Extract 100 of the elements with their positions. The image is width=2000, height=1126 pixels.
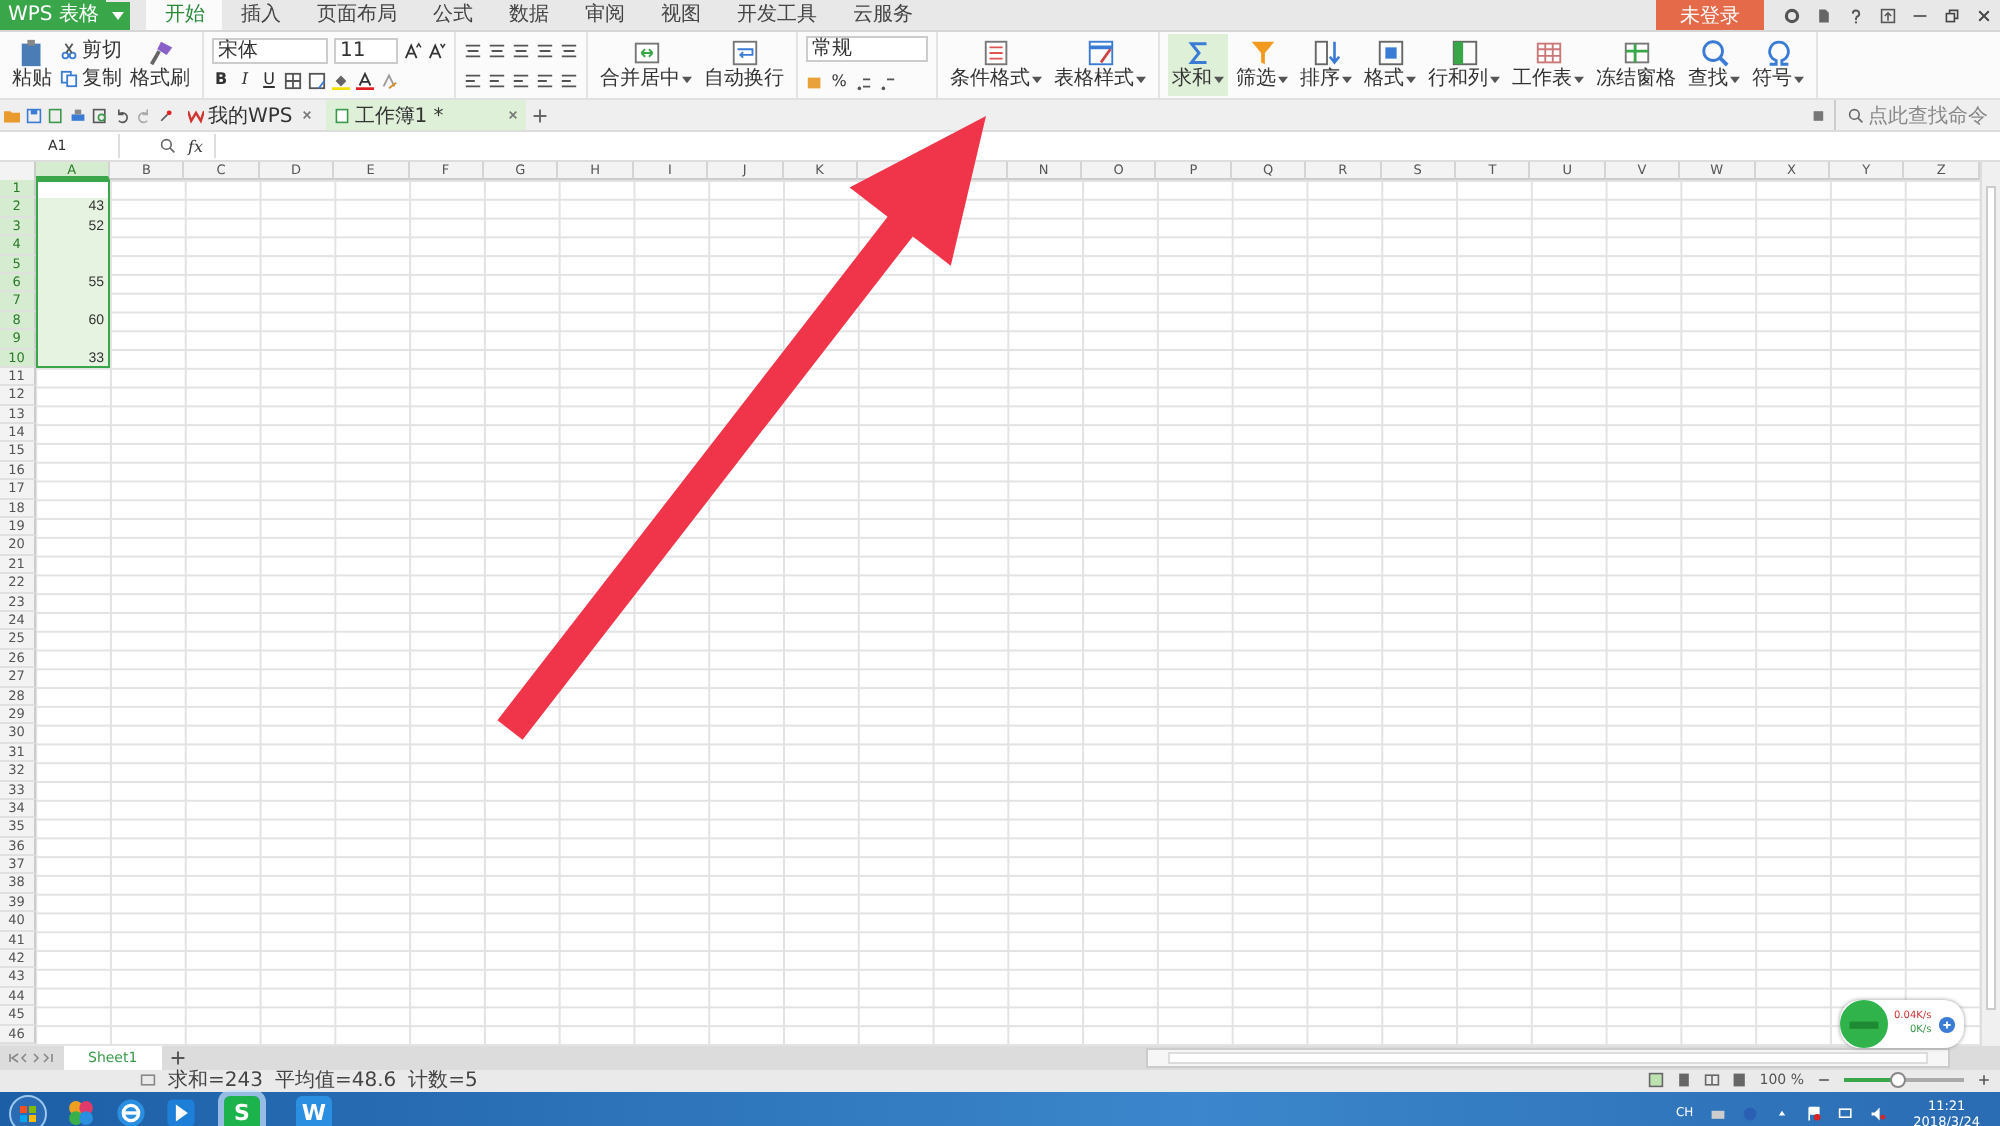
menu-tab[interactable]: 审阅 [566,0,643,30]
menu-tab[interactable]: 云服务 [834,0,931,30]
horizontal-scrollbar[interactable] [1146,1047,1950,1067]
ribbon-button[interactable]: 工作表 [1508,34,1588,96]
percent-button[interactable]: % [830,72,848,92]
document-icon[interactable] [48,107,64,123]
align-icon[interactable] [464,41,482,59]
normal-view-icon[interactable] [1647,1072,1664,1088]
vertical-scrollbar[interactable] [1979,162,2000,1045]
ribbon-button[interactable]: 排序 [1296,34,1356,96]
bold-button[interactable]: B [212,70,230,90]
document-tab[interactable]: 工作簿1 * [326,100,527,130]
restore-icon[interactable] [1944,7,1960,23]
document-icon[interactable] [1816,7,1832,23]
close-icon[interactable] [1976,7,1992,23]
add-sheet-icon[interactable] [169,1049,186,1065]
flag-icon[interactable] [1805,1105,1822,1121]
ribbon-button[interactable]: 表格样式 [1050,34,1150,96]
italic-button[interactable]: I [236,70,254,90]
align-icon[interactable] [488,41,506,59]
menu-tab[interactable]: 视图 [642,0,719,30]
menu-tab[interactable]: 页面布局 [298,0,415,30]
decimal-icon[interactable] [878,73,896,91]
align-icon[interactable] [464,71,482,89]
network-icon[interactable] [1837,1105,1854,1121]
browser-icon[interactable] [114,1096,148,1126]
play-icon[interactable] [164,1096,198,1126]
font-size-field[interactable]: 11 [334,37,398,63]
align-icon[interactable] [560,41,578,59]
table-style-icon [1085,38,1115,68]
align-icon[interactable] [512,71,530,89]
search-icon [1699,38,1729,68]
copy-button[interactable]: 复制 [60,67,122,91]
panel-icon[interactable] [1812,107,1828,123]
fill-color-icon[interactable] [332,71,350,89]
clear-format-icon[interactable] [380,71,398,89]
page-layout-icon[interactable] [1675,1072,1692,1088]
print-icon[interactable] [70,107,86,123]
logo-icon [188,107,204,123]
ribbon-button[interactable]: 冻结窗格 [1592,34,1680,96]
align-icon[interactable] [512,41,530,59]
align-icon[interactable] [488,71,506,89]
ribbon-button[interactable]: 筛选 [1232,34,1292,96]
freeze-panes-icon [1621,38,1651,68]
grid-icon [1533,38,1563,68]
new-tab-icon[interactable] [532,107,549,123]
ribbon-button[interactable]: 自动换行 [700,34,788,96]
align-icon[interactable] [536,41,554,59]
paste-button[interactable]: 粘贴 [8,34,56,96]
decimal-icon[interactable] [854,73,872,91]
plus-icon[interactable] [1937,1015,1956,1033]
zoom-icon[interactable] [160,138,176,154]
menu-tab[interactable]: 开发工具 [718,0,835,30]
cut-button[interactable]: 剪切 [60,39,122,63]
app-icon[interactable] [64,1096,98,1126]
sheet-nav-icon[interactable] [8,1051,56,1063]
preview-icon[interactable] [92,107,108,123]
start-button[interactable] [8,1093,48,1126]
align-icon[interactable] [536,71,554,89]
close-icon[interactable] [302,110,313,120]
keyboard-icon[interactable] [1709,1105,1726,1121]
format-painter-button[interactable]: 格式刷 [126,34,194,96]
speaker-icon[interactable] [1869,1105,1886,1121]
ribbon-button[interactable]: 条件格式 [946,34,1046,96]
ribbon-button[interactable]: 行和列 [1424,34,1504,96]
align-icon[interactable] [560,71,578,89]
menu-tab[interactable]: 开始 [146,0,223,30]
ribbon-button[interactable]: 查找 [1684,34,1744,96]
sheet-icon [334,107,351,123]
number-format-field[interactable]: 常规 [806,35,928,61]
zoom-in-icon[interactable] [1976,1072,1992,1088]
ribbon-button[interactable]: 求和 [1168,34,1228,96]
skin-icon[interactable] [1784,7,1800,23]
borders-icon[interactable] [284,71,302,89]
function-label[interactable]: fx [188,137,203,155]
close-icon[interactable] [508,110,519,120]
menu-tab[interactable]: 公式 [414,0,491,30]
undo-icon[interactable] [114,107,130,123]
reading-mode-icon[interactable] [1731,1072,1748,1088]
status-text: 计数=5 [408,1069,478,1091]
ribbon-button[interactable]: 合并居中 [596,34,696,96]
decrease-font-icon[interactable] [428,41,446,59]
increase-font-icon[interactable] [404,41,422,59]
font-color-icon[interactable] [356,71,374,89]
font-name-field[interactable]: 宋体 [212,37,328,63]
save-icon[interactable] [26,107,42,123]
document-tab[interactable]: 我的WPS [180,100,321,130]
ribbon-button[interactable]: 格式 [1360,34,1420,96]
pin-icon[interactable] [158,107,174,123]
cell-style-icon[interactable] [308,71,326,89]
page-break-icon[interactable] [1703,1072,1720,1088]
upload-icon[interactable] [1880,7,1896,23]
menu-tab[interactable]: 插入 [222,0,299,30]
ball-icon [1840,1000,1888,1048]
underline-button[interactable]: U [260,70,278,90]
scissors-icon [60,42,78,60]
menu-tab[interactable]: 数据 [490,0,567,30]
brush-icon [145,38,175,68]
ribbon-button[interactable]: 符号 [1748,34,1808,96]
table-cell[interactable] [35,180,110,199]
